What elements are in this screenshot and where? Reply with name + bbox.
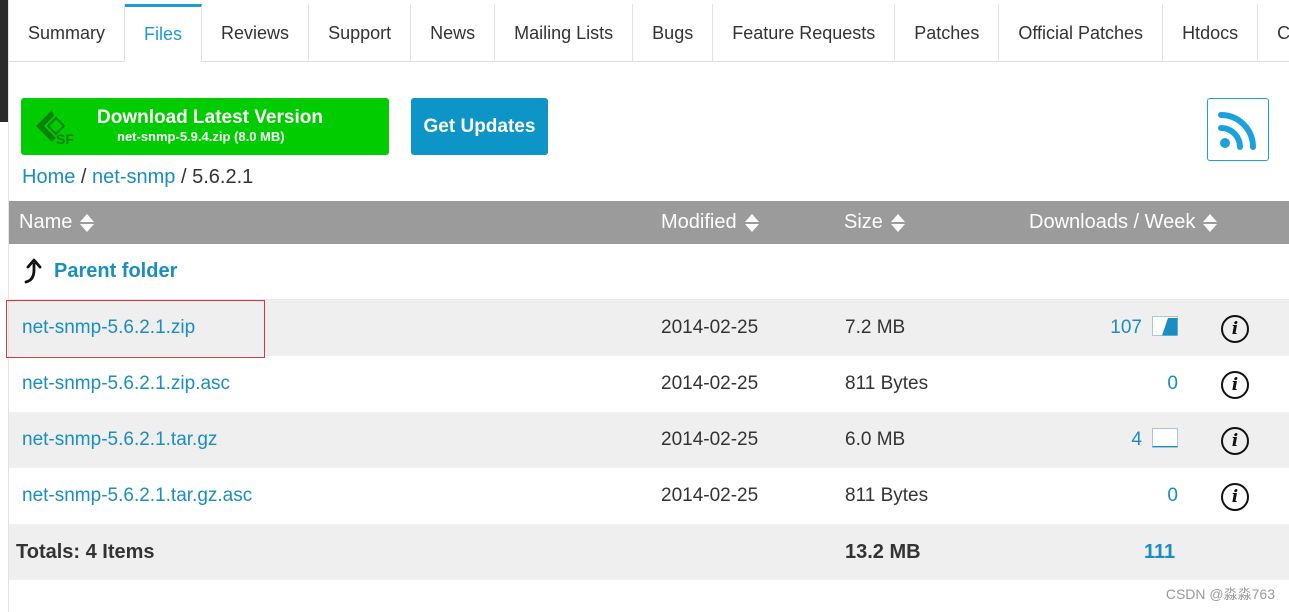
rss-feed-button[interactable]: [1207, 98, 1269, 161]
breadcrumb-separator: /: [80, 166, 87, 188]
table-row: net-snmp-5.6.2.1.tar.gz 2014-02-25 6.0 M…: [9, 412, 1289, 468]
breadcrumb-home-link[interactable]: Home: [22, 166, 75, 188]
info-icon[interactable]: i: [1221, 427, 1249, 455]
tab-summary[interactable]: Summary: [9, 4, 126, 62]
column-header-modified-label: Modified: [661, 211, 737, 233]
sort-icon: [890, 213, 905, 233]
tab-news[interactable]: News: [411, 4, 496, 62]
tab-files[interactable]: Files: [125, 4, 203, 63]
file-name-link[interactable]: net-snmp-5.6.2.1.zip.asc: [22, 373, 230, 395]
tab-reviews[interactable]: Reviews: [202, 4, 310, 62]
info-icon[interactable]: i: [1221, 371, 1249, 399]
tab-official-patches[interactable]: Official Patches: [999, 4, 1164, 62]
file-modified: 2014-02-25: [661, 429, 759, 450]
file-size: 6.0 MB: [845, 429, 906, 450]
breadcrumb-project-link[interactable]: net-snmp: [92, 166, 175, 188]
totals-downloads: 111: [1144, 541, 1176, 563]
sort-icon: [80, 213, 95, 233]
sourceforge-logo-icon: SF: [36, 110, 74, 146]
watermark: CSDN @淼淼763: [1165, 586, 1275, 602]
table-row: net-snmp-5.6.2.1.zip.asc 2014-02-25 811 …: [9, 356, 1289, 412]
totals-label: Totals: 4 Items: [16, 541, 155, 563]
tab-support[interactable]: Support: [309, 4, 412, 62]
tab-bugs[interactable]: Bugs: [633, 4, 714, 62]
column-header-modified[interactable]: Modified: [661, 211, 759, 234]
parent-folder-row[interactable]: Parent folder: [9, 244, 1289, 300]
column-header-name[interactable]: Name: [19, 211, 95, 234]
parent-folder-link[interactable]: Parent folder: [54, 260, 177, 283]
file-modified: 2014-02-25: [661, 485, 759, 506]
info-icon[interactable]: i: [1221, 483, 1249, 511]
breadcrumb-current: 5.6.2.1: [192, 166, 254, 188]
highlight-box: [6, 300, 265, 358]
breadcrumb: Home / net-snmp / 5.6.2.1: [22, 166, 253, 189]
rss-icon: [1218, 111, 1256, 150]
tab-code[interactable]: Code: [1258, 4, 1289, 62]
column-header-size-label: Size: [844, 211, 883, 233]
breadcrumb-separator: /: [180, 166, 187, 188]
project-tabs: Summary Files Reviews Support News Maili…: [9, 4, 1289, 63]
tab-htdocs[interactable]: Htdocs: [1163, 4, 1259, 62]
sort-icon: [1203, 213, 1218, 233]
info-icon[interactable]: i: [1221, 315, 1249, 343]
tab-mailing-lists[interactable]: Mailing Lists: [495, 4, 634, 62]
file-size: 7.2 MB: [845, 317, 906, 338]
file-name-link[interactable]: net-snmp-5.6.2.1.tar.gz.asc: [22, 485, 252, 507]
sort-icon: [744, 213, 759, 233]
download-count-link[interactable]: 107: [1082, 317, 1142, 339]
file-size: 811 Bytes: [845, 373, 929, 394]
downloads-sparkline: [1152, 316, 1178, 336]
downloads-sparkline: [1152, 428, 1178, 448]
column-header-downloads[interactable]: Downloads / Week: [1029, 211, 1218, 234]
file-modified: 2014-02-25: [661, 317, 759, 338]
file-modified: 2014-02-25: [661, 373, 759, 394]
column-header-downloads-label: Downloads / Week: [1029, 211, 1196, 233]
download-title: Download Latest Version: [97, 107, 323, 128]
up-arrow-icon: [24, 258, 42, 284]
file-name-link[interactable]: net-snmp-5.6.2.1.tar.gz: [22, 429, 217, 451]
download-count-link[interactable]: 0: [1118, 373, 1178, 395]
totals-row: Totals: 4 Items 13.2 MB 111: [9, 524, 1289, 580]
svg-text:SF: SF: [56, 131, 74, 146]
tab-feature-requests[interactable]: Feature Requests: [713, 4, 896, 62]
tab-patches[interactable]: Patches: [895, 4, 1000, 62]
get-updates-button[interactable]: Get Updates: [411, 98, 548, 155]
column-header-size[interactable]: Size: [844, 211, 905, 234]
download-filename: net-snmp-5.9.4.zip (8.0 MB): [117, 129, 285, 144]
download-latest-button[interactable]: SF Download Latest Version net-snmp-5.9.…: [21, 98, 389, 155]
download-count-link[interactable]: 0: [1118, 485, 1178, 507]
table-row: net-snmp-5.6.2.1.tar.gz.asc 2014-02-25 8…: [9, 468, 1289, 524]
download-count-link[interactable]: 4: [1082, 429, 1142, 451]
files-table-header: Name Modified Size Downloads / Week: [9, 201, 1289, 244]
totals-size: 13.2 MB: [845, 541, 921, 563]
file-size: 811 Bytes: [845, 485, 929, 506]
column-header-name-label: Name: [19, 211, 73, 233]
